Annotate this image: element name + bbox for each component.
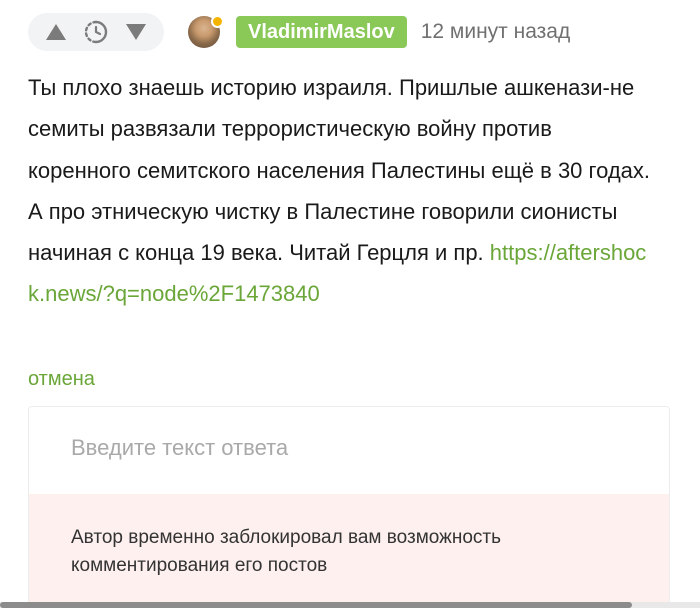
triangle-up-icon — [46, 24, 66, 40]
horizontal-scrollbar[interactable] — [0, 602, 700, 608]
comment-header: VladimirMaslov 12 минут назад — [28, 12, 680, 52]
scrollbar-thumb[interactable] — [0, 602, 632, 608]
dashed-clock-icon — [84, 20, 108, 44]
downvote-button[interactable] — [119, 15, 153, 49]
comment-body: Ты плохо знаешь историю израиля. Пришлые… — [28, 67, 660, 315]
comment-page: VladimirMaslov 12 минут назад Ты плохо з… — [0, 0, 700, 608]
triangle-down-icon — [126, 24, 146, 40]
comment-timestamp[interactable]: 12 минут назад — [421, 20, 571, 44]
username-badge[interactable]: VladimirMaslov — [236, 16, 407, 48]
comment-text: Ты плохо знаешь историю израиля. Пришлые… — [28, 75, 651, 266]
reply-input[interactable]: Введите текст ответа — [29, 407, 669, 494]
vote-controls — [28, 13, 164, 51]
upvote-button[interactable] — [39, 15, 73, 49]
avatar[interactable] — [188, 15, 224, 48]
rating-button[interactable] — [79, 15, 113, 49]
reply-box: Введите текст ответа Автор временно забл… — [28, 406, 670, 608]
blocked-notice: Автор временно заблокировал вам возможно… — [29, 494, 669, 608]
online-status-dot — [211, 15, 224, 28]
cancel-reply-link[interactable]: отмена — [28, 368, 95, 391]
